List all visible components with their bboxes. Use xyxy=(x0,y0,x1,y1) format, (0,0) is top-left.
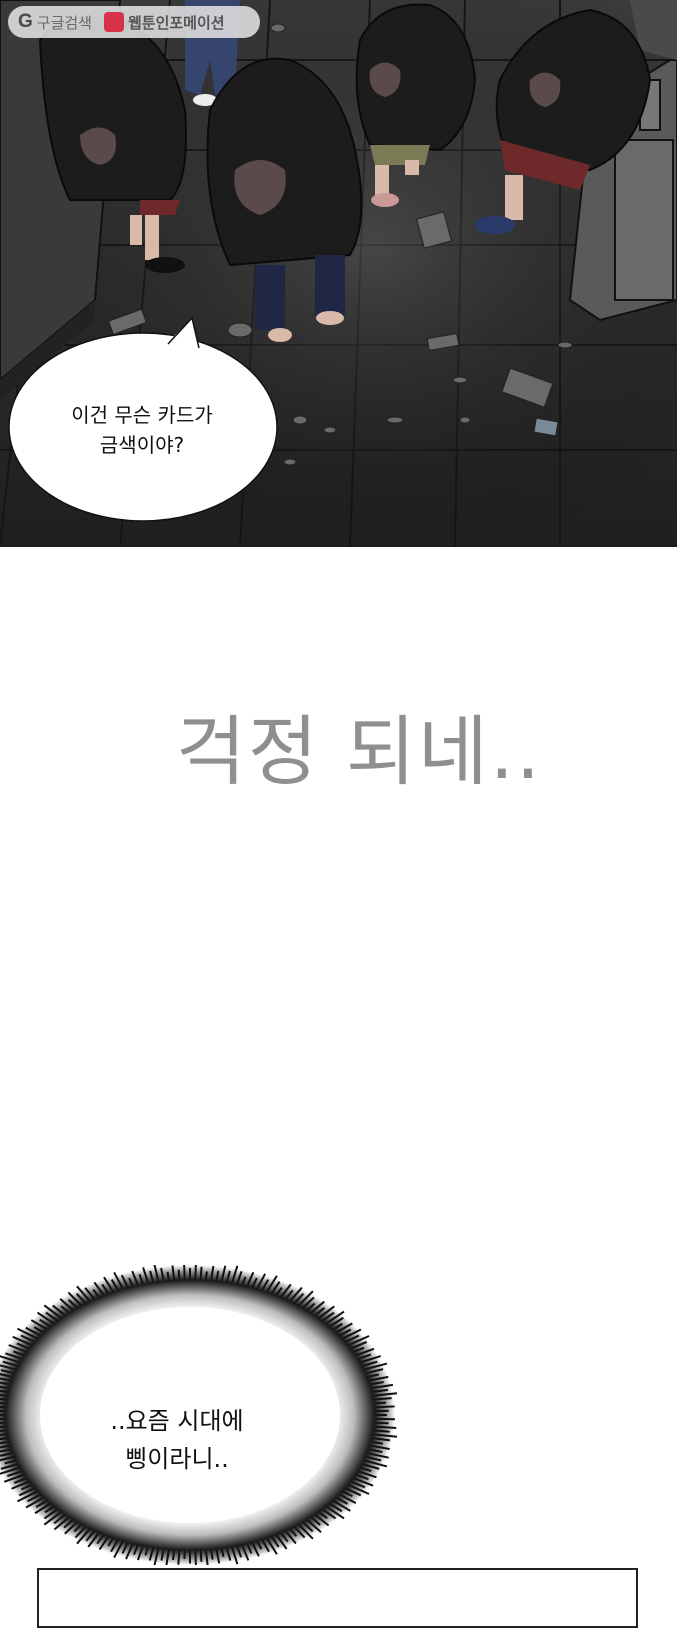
google-search-label: 구글검색 xyxy=(36,13,92,32)
speech-bubble-text: 이건 무슨 카드가 금색이야? xyxy=(36,400,248,460)
bathroom-illustration xyxy=(0,0,677,547)
watermark-pill: G 구글검색 웹툰인포메이션 xyxy=(8,6,260,38)
spiky-line-1: ..요즘 시대에 xyxy=(110,1407,244,1435)
webtoon-site-logo-icon xyxy=(103,12,124,32)
comic-panel-bathroom: 이건 무슨 카드가 금색이야? xyxy=(0,0,677,547)
site-name-label: 웹툰인포메이션 xyxy=(127,13,225,32)
speech-line-1: 이건 무슨 카드가 xyxy=(71,403,213,427)
speech-line-2: 금색이야? xyxy=(99,433,185,457)
google-logo-icon: G xyxy=(18,11,33,32)
narration-text: 걱정 되네.. xyxy=(175,707,543,796)
narration-caption: 걱정 되네.. xyxy=(0,690,690,800)
spiky-line-2: 삥이라니.. xyxy=(125,1445,229,1473)
next-panel-frame xyxy=(37,1568,638,1628)
spiky-bubble-text: ..요즘 시대에 삥이라니.. xyxy=(52,1402,302,1478)
